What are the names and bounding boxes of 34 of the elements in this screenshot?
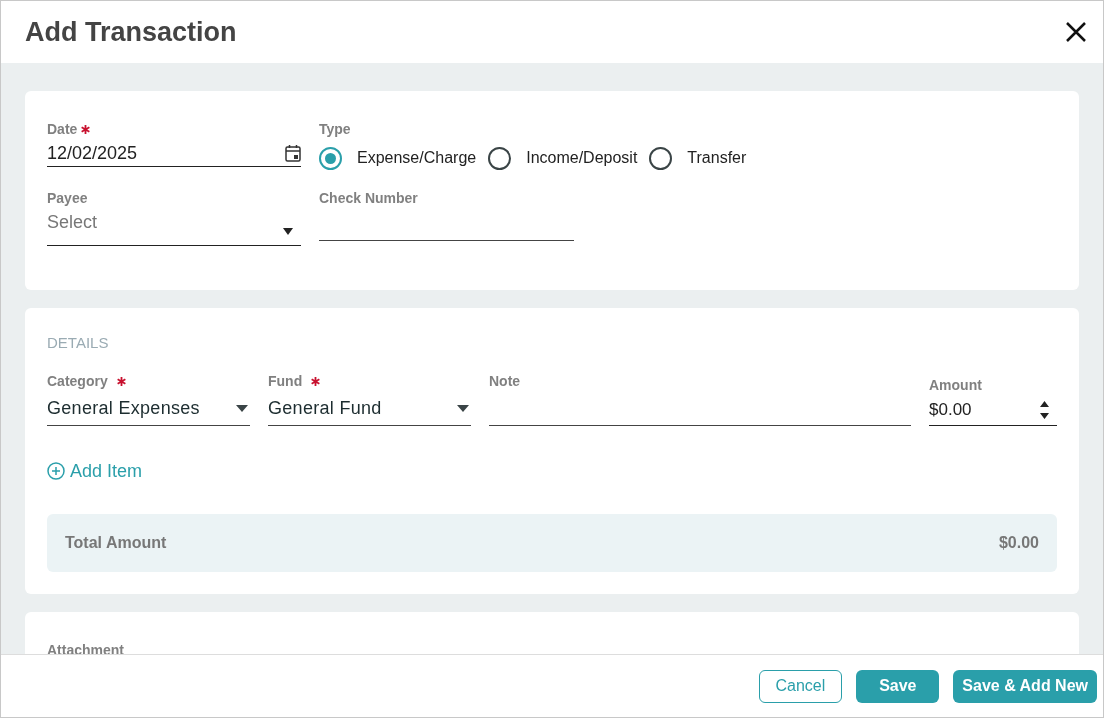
total-label: Total Amount xyxy=(65,532,167,553)
total-value: $0.00 xyxy=(998,532,1039,553)
field-label: Category xyxy=(47,371,108,391)
amount-field[interactable]: $0.00 xyxy=(929,395,1057,426)
field-label: Amount xyxy=(929,375,982,395)
caret-icon xyxy=(236,404,248,412)
payee-dropdown[interactable]: Select xyxy=(47,209,301,246)
dropdown[interactable]: General Expenses xyxy=(47,391,250,426)
spinner-icon[interactable] xyxy=(1040,399,1049,421)
date-field[interactable]: 12/02/2025 xyxy=(47,140,301,167)
dropdown[interactable]: General Fund xyxy=(268,391,471,426)
plus-circle-icon xyxy=(47,462,65,480)
field-label: Note xyxy=(489,371,521,391)
field-label: Fund xyxy=(268,371,303,391)
dialog-title: Add Transaction xyxy=(25,15,237,49)
radio-label: Income/Deposit xyxy=(526,148,638,168)
close-icon[interactable] xyxy=(1065,21,1087,43)
radio-button[interactable] xyxy=(649,146,673,170)
radio-button[interactable] xyxy=(488,146,512,170)
radio-label: Expense/Charge xyxy=(357,148,477,168)
field-label: Type xyxy=(319,120,352,139)
calendar-icon[interactable] xyxy=(285,144,301,162)
section-heading: DETAILS xyxy=(47,333,110,353)
field-label: Attachment xyxy=(47,640,125,654)
radio-option[interactable]: Expense/Charge xyxy=(319,146,477,170)
radio-button[interactable] xyxy=(319,146,342,170)
field-label: Check Number xyxy=(319,189,419,208)
radio-label: Transfer xyxy=(687,148,747,168)
caret-icon xyxy=(283,228,293,235)
radio-option[interactable]: Transfer xyxy=(649,146,747,170)
caret-icon xyxy=(457,404,469,412)
radio-option[interactable]: Income/Deposit xyxy=(488,146,638,170)
field-label: Payee xyxy=(47,189,89,208)
field-label: Date xyxy=(47,120,78,139)
